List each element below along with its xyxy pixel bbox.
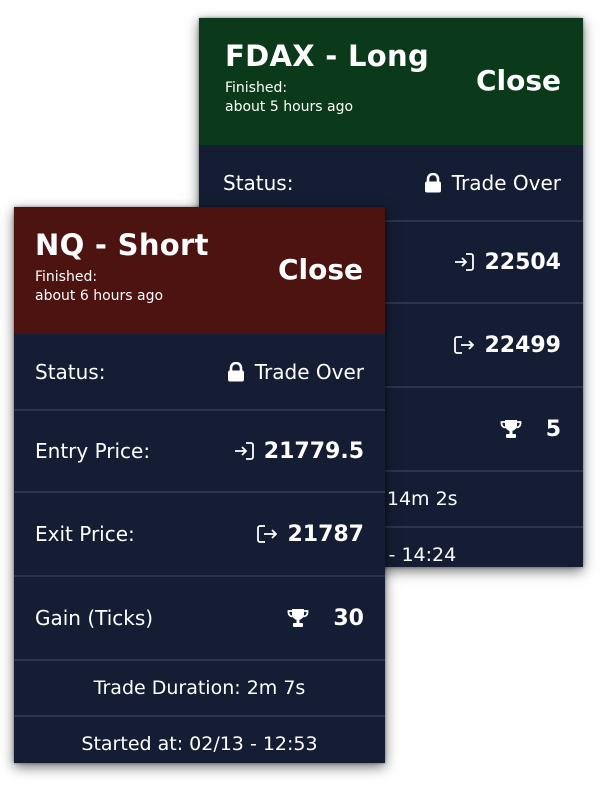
close-button[interactable]: Close <box>476 64 561 97</box>
exit-price-label: Exit Price: <box>35 522 135 546</box>
started-row: Started at: 02/13 - 12:53 <box>14 717 385 763</box>
close-button[interactable]: Close <box>278 253 363 286</box>
entry-price-value: 21779.5 <box>263 438 364 464</box>
status-value-group: Trade Over <box>424 171 561 195</box>
exit-price-value: 21787 <box>287 521 364 547</box>
status-value: Trade Over <box>451 170 561 195</box>
gain-label: Gain (Ticks) <box>35 606 154 630</box>
entry-price-group: 21779.5 <box>234 439 364 464</box>
lock-icon <box>227 361 245 382</box>
gain-value: 30 <box>333 605 364 631</box>
duration-text: Trade Duration: 2m 7s <box>93 677 306 699</box>
sign-in-icon <box>234 442 254 460</box>
gain-group: 5 <box>500 417 561 442</box>
status-value-group: Trade Over <box>227 360 364 384</box>
status-row: Status: Trade Over <box>14 334 385 411</box>
exit-price-group: 22499 <box>454 333 561 358</box>
exit-price-row: Exit Price: 21787 <box>14 493 385 577</box>
trade-card-nq: NQ - Short Finished: about 6 hours ago C… <box>14 207 385 763</box>
duration-row: Trade Duration: 2m 7s <box>14 661 385 717</box>
entry-price-row: Entry Price: 21779.5 <box>14 411 385 493</box>
entry-price-value: 22504 <box>484 249 561 275</box>
gain-value: 5 <box>545 416 561 442</box>
finished-time: about 6 hours ago <box>35 287 164 304</box>
status-label: Status: <box>223 170 294 195</box>
exit-price-value: 22499 <box>484 332 561 358</box>
lock-icon <box>424 172 442 193</box>
sign-in-icon <box>454 253 475 271</box>
status-label: Status: <box>35 359 106 384</box>
gain-group: 30 <box>287 606 364 631</box>
status-value: Trade Over <box>254 359 364 384</box>
gain-row: Gain (Ticks) 30 <box>14 577 385 661</box>
started-text: Started at: 02/13 - 12:53 <box>81 733 318 755</box>
card-header: NQ - Short Finished: about 6 hours ago C… <box>14 207 385 334</box>
trophy-icon <box>287 608 309 628</box>
card-header: FDAX - Long Finished: about 5 hours ago … <box>199 18 583 145</box>
exit-price-group: 21787 <box>257 522 364 547</box>
entry-price-group: 22504 <box>454 250 561 275</box>
entry-price-label: Entry Price: <box>35 439 151 463</box>
sign-out-icon <box>454 336 475 354</box>
finished-time: about 5 hours ago <box>225 98 354 115</box>
trophy-icon <box>500 419 522 439</box>
sign-out-icon <box>257 525 278 543</box>
